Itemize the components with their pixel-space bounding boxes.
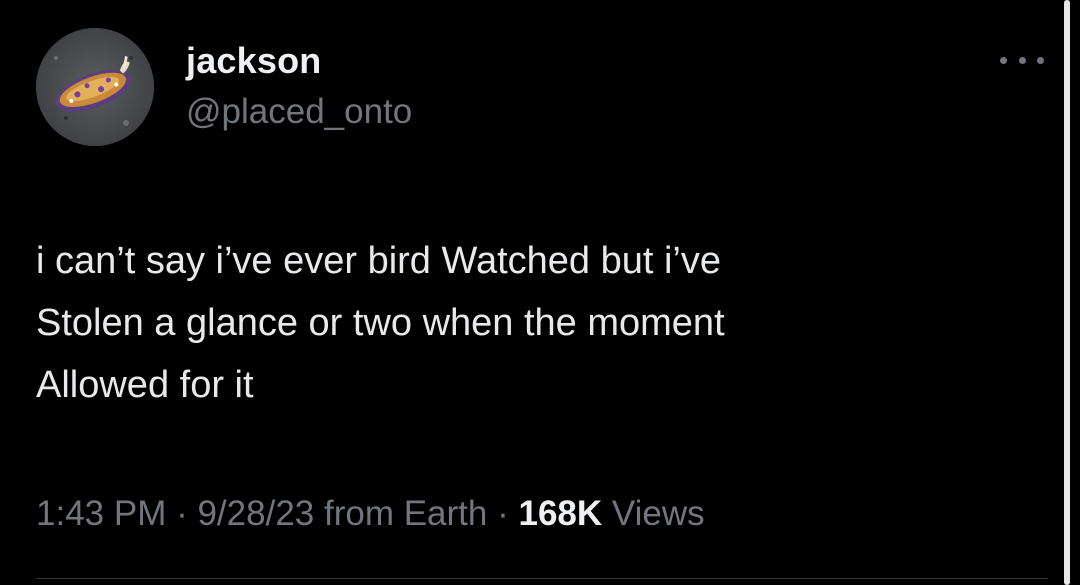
display-name[interactable]: jackson: [186, 40, 321, 82]
tweet-text: i can’t say i’ve ever bird Watched but i…: [36, 240, 725, 406]
tweet-time[interactable]: 1:43 PM: [36, 494, 166, 533]
scrollbar-thumb[interactable]: [1064, 0, 1070, 585]
more-options-icon[interactable]: [1000, 50, 1044, 70]
avatar[interactable]: [36, 28, 154, 146]
meta-separator: ·: [166, 494, 198, 533]
more-dot-icon: [1018, 56, 1026, 64]
meta-separator: ·: [487, 494, 519, 533]
more-dot-icon: [1037, 56, 1044, 64]
scrollbar[interactable]: [1064, 0, 1070, 585]
tweet-card: jackson @placed_onto i can’t say i’ve ev…: [0, 0, 1080, 585]
tweet-source: from Earth: [323, 494, 488, 533]
views-label: Views: [611, 494, 705, 533]
sea-slug-avatar-icon: [36, 28, 154, 146]
divider: [36, 578, 1048, 579]
tweet-date[interactable]: 9/28/23: [197, 494, 314, 533]
views-count[interactable]: 168K: [518, 494, 602, 533]
more-dot-icon: [1000, 56, 1007, 64]
tweet-meta: 1:43 PM · 9/28/23 from Earth · 168K View…: [36, 494, 705, 534]
user-handle[interactable]: @placed_onto: [186, 92, 412, 132]
